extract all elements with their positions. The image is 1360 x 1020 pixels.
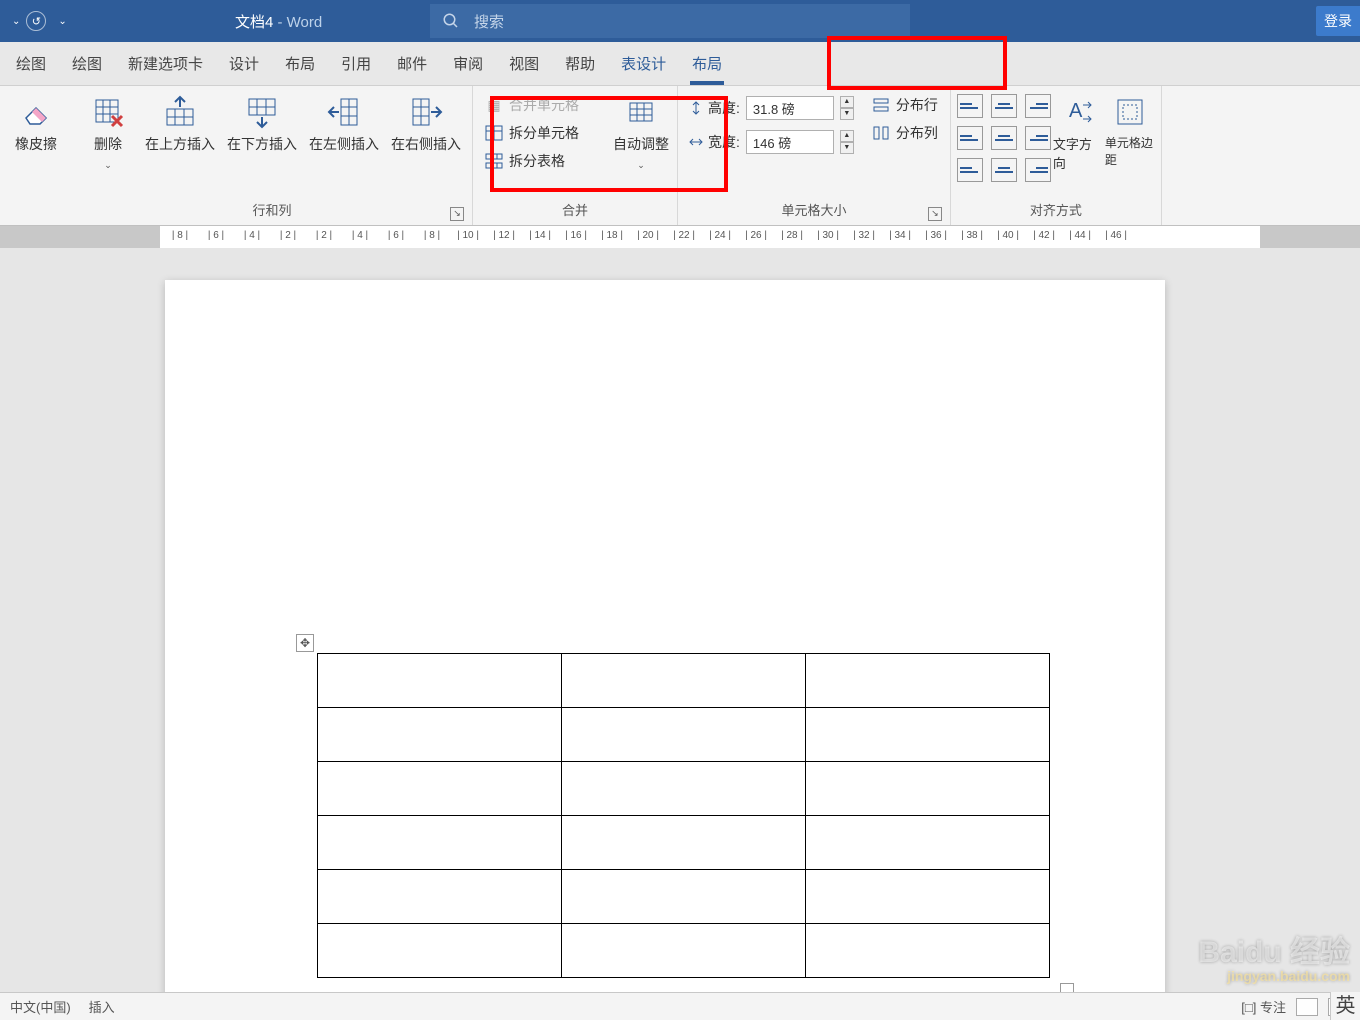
ime-indicator[interactable]: 英 (1330, 992, 1360, 1020)
chevron-down-icon: ⌄ (104, 160, 112, 171)
table-row (318, 924, 1050, 978)
width-label: 宽度: (688, 132, 740, 152)
align-mid-left[interactable] (957, 126, 983, 150)
table-row (318, 654, 1050, 708)
insert-below-icon (244, 94, 280, 130)
insert-above-button[interactable]: 在上方插入 (140, 88, 220, 154)
login-button[interactable]: 登录 (1316, 6, 1360, 36)
height-spinner[interactable]: ▲▼ (840, 96, 854, 120)
insert-left-button[interactable]: 在左侧插入 (304, 88, 384, 154)
eraser-button[interactable]: 橡皮擦 (6, 88, 66, 154)
read-mode-icon[interactable] (1296, 998, 1318, 1016)
height-input[interactable]: 31.8 磅 (746, 96, 834, 120)
tab-table-design[interactable]: 表设计 (609, 43, 678, 84)
chevron-down-icon: ⌄ (637, 160, 645, 171)
horizontal-ruler[interactable]: | 8 || 6 || 4 || 2 || 2 || 4 || 6 || 8 |… (0, 226, 1360, 248)
document-table[interactable] (317, 653, 1050, 978)
align-top-center[interactable] (991, 94, 1017, 118)
tab-view[interactable]: 视图 (497, 43, 551, 84)
statusbar: 中文(中国) 插入 [□] 专注 (0, 992, 1360, 1020)
tab-review[interactable]: 审阅 (441, 43, 495, 84)
merge-group-label: 合并 (479, 200, 671, 223)
search-icon (442, 12, 460, 30)
tab-draw1[interactable]: 绘图 (4, 43, 58, 84)
rows-cols-group-label: 行和列 ↘ (78, 200, 466, 223)
insert-right-button[interactable]: 在右侧插入 (386, 88, 466, 154)
qat-dropdown-icon[interactable]: ⌄ (58, 16, 66, 27)
insert-right-icon (408, 94, 444, 130)
status-mode[interactable]: 插入 (89, 997, 115, 1016)
svg-text:A: A (1069, 100, 1083, 122)
eraser-icon (18, 94, 54, 130)
split-cells-button[interactable]: 拆分单元格 (479, 120, 609, 146)
merge-cells-button: ▦ 合并单元格 (479, 92, 609, 118)
distribute-rows-button[interactable]: 分布行 (866, 92, 944, 118)
delete-button[interactable]: 删除 ⌄ (78, 88, 138, 171)
tab-mailings[interactable]: 邮件 (385, 43, 439, 84)
distribute-cols-button[interactable]: 分布列 (866, 120, 944, 146)
table-row (318, 816, 1050, 870)
align-mid-center[interactable] (991, 126, 1017, 150)
tab-design[interactable]: 设计 (217, 43, 271, 84)
tab-references[interactable]: 引用 (329, 43, 383, 84)
split-table-button[interactable]: 拆分表格 (479, 148, 609, 174)
cell-size-group-label: 单元格大小 ↘ (684, 200, 944, 223)
split-table-icon (485, 152, 503, 170)
cell-margins-button[interactable]: 单元格边距 (1105, 88, 1155, 168)
search-input[interactable]: 搜索 (430, 4, 910, 38)
distribute-cols-icon (872, 124, 890, 142)
autofit-button[interactable]: 自动调整 ⌄ (611, 88, 671, 171)
align-bot-center[interactable] (991, 158, 1017, 182)
status-language[interactable]: 中文(中国) (10, 997, 71, 1016)
undo-icon[interactable]: ↺ (26, 11, 46, 31)
align-top-right[interactable] (1025, 94, 1051, 118)
table-row (318, 708, 1050, 762)
insert-below-button[interactable]: 在下方插入 (222, 88, 302, 154)
tab-help[interactable]: 帮助 (553, 43, 607, 84)
tab-draw2[interactable]: 绘图 (60, 43, 114, 84)
height-icon (688, 100, 704, 116)
document-title: 文档4 - Word (235, 11, 322, 32)
align-mid-right[interactable] (1025, 126, 1051, 150)
align-group-label: 对齐方式 (957, 200, 1155, 223)
align-bot-right[interactable] (1025, 158, 1051, 182)
split-cells-icon (485, 124, 503, 142)
insert-left-icon (326, 94, 362, 130)
tab-new[interactable]: 新建选项卡 (116, 43, 215, 84)
cell-margins-icon (1112, 94, 1148, 130)
width-input[interactable]: 146 磅 (746, 130, 834, 154)
tab-table-layout[interactable]: 布局 (680, 43, 734, 84)
autofit-icon (623, 94, 659, 130)
document-area[interactable]: ✥ (0, 248, 1360, 992)
height-label: 高度: (688, 98, 740, 118)
align-bot-left[interactable] (957, 158, 983, 182)
insert-above-icon (162, 94, 198, 130)
table-row (318, 870, 1050, 924)
titlebar: ⌄ ↺ ⌄ 文档4 - Word 搜索 登录 (0, 0, 1360, 42)
text-direction-icon: A (1060, 94, 1096, 130)
focus-mode-button[interactable]: [□] 专注 (1241, 997, 1286, 1016)
tab-layout[interactable]: 布局 (273, 43, 327, 84)
table-move-handle[interactable]: ✥ (296, 634, 314, 652)
dialog-launcher-icon[interactable]: ↘ (450, 207, 464, 221)
alignment-grid[interactable] (957, 88, 1051, 182)
merge-cells-icon: ▦ (485, 96, 503, 114)
ribbon: 橡皮擦 删除 ⌄ 在上方插入 在 (0, 86, 1360, 226)
text-direction-button[interactable]: A 文字方向 (1053, 88, 1103, 172)
width-icon (688, 134, 704, 150)
table-resize-handle[interactable] (1060, 983, 1074, 992)
align-top-left[interactable] (957, 94, 983, 118)
save-dropdown-icon[interactable]: ⌄ (12, 16, 20, 27)
dialog-launcher-icon[interactable]: ↘ (928, 207, 942, 221)
table-row (318, 762, 1050, 816)
ribbon-tabs: 绘图 绘图 新建选项卡 设计 布局 引用 邮件 审阅 视图 帮助 表设计 布局 (0, 42, 1360, 86)
delete-table-icon (90, 94, 126, 130)
width-spinner[interactable]: ▲▼ (840, 130, 854, 154)
distribute-rows-icon (872, 96, 890, 114)
